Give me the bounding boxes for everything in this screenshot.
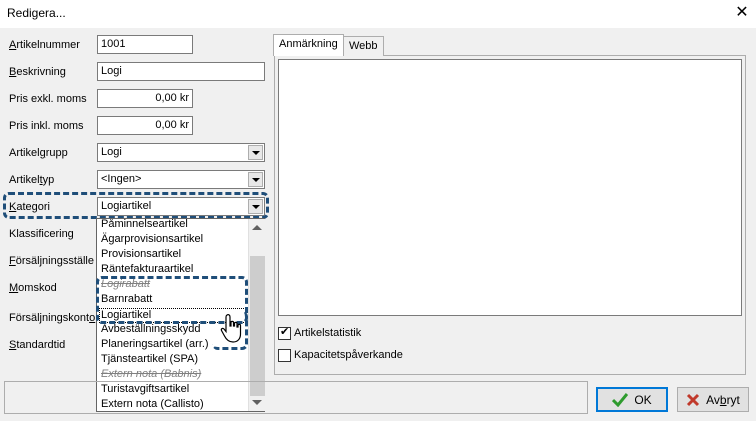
tab-webb[interactable]: Webb	[343, 36, 384, 56]
artikeltyp-select[interactable]: <Ingen>	[97, 170, 265, 189]
hand-cursor-icon	[220, 314, 242, 343]
scroll-up-icon[interactable]	[252, 225, 262, 230]
chevron-down-icon[interactable]	[248, 172, 263, 187]
cross-icon	[687, 393, 700, 406]
ok-label: OK	[634, 392, 652, 407]
artikelgrupp-select[interactable]: Logi	[97, 143, 265, 162]
list-item[interactable]: Provisionsartikel	[101, 248, 181, 263]
title-bar	[0, 0, 756, 28]
ok-button[interactable]: OK	[596, 387, 668, 412]
label-pris-inkl: Pris inkl. moms	[9, 120, 84, 132]
list-item[interactable]: Avbeställningsskydd	[101, 323, 200, 338]
window-title: Redigera...	[7, 6, 66, 20]
checkmark-icon	[612, 392, 629, 407]
list-item[interactable]: Tjänsteartikel (SPA)	[101, 353, 198, 368]
list-item[interactable]: Påminnelseartikel	[101, 219, 188, 233]
label-forsaljningskonto: Försäljningskonto	[9, 312, 96, 324]
pris-inkl-field[interactable]: 0,00 kr	[97, 116, 193, 135]
label-artikelgrupp: Artikelgrupp	[9, 147, 68, 159]
beskrivning-field[interactable]: Logi	[97, 62, 265, 81]
artikelnummer-field[interactable]: 1001	[97, 35, 193, 54]
kapacitet-label: Kapacitetspåverkande	[294, 349, 403, 361]
status-bar	[4, 381, 588, 414]
list-item[interactable]: Ägarprovisionsartikel	[101, 233, 203, 248]
artikelstatistik-checkbox[interactable]	[278, 325, 291, 340]
label-pris-exkl: Pris exkl. moms	[9, 93, 87, 105]
label-artikeltyp: Artikeltyp	[9, 174, 55, 186]
kategori-highlight	[3, 192, 269, 219]
label-beskrivning: Beskrivning	[9, 66, 66, 78]
label-artikelnummer: Artikelnummer	[9, 39, 80, 51]
pris-exkl-field[interactable]: 0,00 kr	[97, 89, 193, 108]
label-klassificering: Klassificering	[9, 228, 74, 240]
scrollbar-thumb[interactable]	[250, 256, 265, 396]
artikelstatistik-label: Artikelstatistik	[294, 327, 362, 339]
kapacitet-checkbox[interactable]	[278, 349, 291, 362]
list-item[interactable]: Planeringsartikel (arr.)	[101, 338, 209, 353]
label-forsaljningsstalle: Försäljningsställe	[9, 255, 94, 267]
close-icon[interactable]: ✕	[734, 4, 750, 20]
label-momskod: Momskod	[9, 282, 57, 294]
artikelgrupp-value: Logi	[101, 146, 122, 158]
artikeltyp-value: <Ingen>	[101, 173, 142, 185]
chevron-down-icon[interactable]	[248, 145, 263, 160]
cancel-label: Avbryt	[706, 392, 740, 407]
anmarkning-textarea[interactable]	[278, 59, 742, 316]
cancel-button[interactable]: Avbryt	[677, 387, 749, 412]
tab-anmarkning[interactable]: Anmärkning	[273, 34, 344, 56]
label-standardtid: Standardtid	[9, 339, 66, 351]
